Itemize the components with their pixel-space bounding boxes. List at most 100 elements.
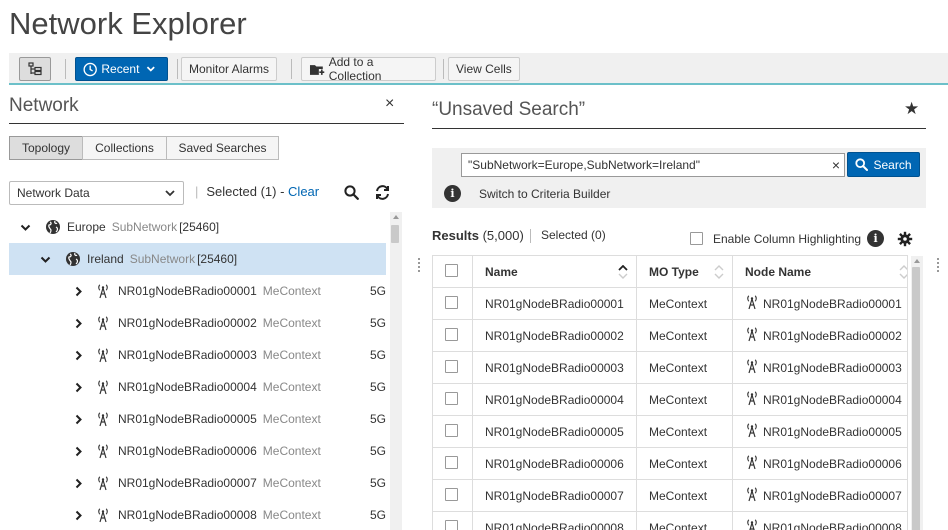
- view-cells-button[interactable]: View Cells: [448, 57, 520, 81]
- results-scrollbar[interactable]: [911, 256, 923, 530]
- tree-node[interactable]: NR01gNodeBRadio00007 MeContext 5G: [9, 467, 386, 499]
- globe-icon: [45, 219, 61, 235]
- table-row[interactable]: NR01gNodeBRadio00004 MeContext NR01gNodeB…: [432, 383, 908, 416]
- cell-mo-type: MeContext: [636, 351, 733, 384]
- network-data-select[interactable]: Network Data: [9, 181, 184, 205]
- row-checkbox[interactable]: [445, 295, 458, 309]
- radio-tower-icon: [745, 454, 763, 473]
- recent-dropdown-button[interactable]: Recent: [75, 57, 168, 81]
- table-row[interactable]: NR01gNodeBRadio00007 MeContext NR01gNodeB…: [432, 479, 908, 512]
- radio-tower-icon: [96, 283, 112, 299]
- add-to-collection-button[interactable]: Add to a Collection: [301, 55, 436, 83]
- chevron-down-icon[interactable]: [39, 253, 51, 265]
- cell-name: NR01gNodeBRadio00008: [472, 511, 637, 530]
- tree-node[interactable]: Ireland SubNetwork [25460]: [9, 243, 386, 275]
- row-checkbox[interactable]: [445, 487, 458, 501]
- results-scrollbar-thumb[interactable]: [912, 267, 920, 530]
- close-icon[interactable]: ×: [385, 95, 394, 113]
- tree-node-label: NR01gNodeBRadio00004 MeContext: [118, 380, 321, 394]
- cell-node-name[interactable]: NR01gNodeBRadio00005: [732, 415, 908, 448]
- radio-tower-icon: [745, 518, 763, 530]
- row-checkbox[interactable]: [445, 423, 458, 437]
- table-row[interactable]: NR01gNodeBRadio00005 MeContext NR01gNodeB…: [432, 415, 908, 448]
- info-icon: i: [867, 230, 885, 247]
- tab-collections[interactable]: Collections: [82, 136, 167, 160]
- row-checkbox[interactable]: [445, 519, 458, 530]
- search-panel-title: “Unsaved Search”: [432, 99, 586, 120]
- table-row[interactable]: NR01gNodeBRadio00006 MeContext NR01gNodeB…: [432, 447, 908, 480]
- tree-scrollbar[interactable]: [390, 212, 402, 530]
- favorite-star-icon[interactable]: ★: [904, 99, 919, 119]
- switch-criteria-builder-link[interactable]: Switch to Criteria Builder: [479, 187, 610, 201]
- chevron-right-icon[interactable]: [72, 349, 84, 361]
- panel-resize-handle[interactable]: [418, 258, 424, 272]
- cell-node-name[interactable]: NR01gNodeBRadio00001: [732, 287, 908, 320]
- sort-ascending-icon[interactable]: [618, 265, 628, 279]
- tree-view-toggle-button[interactable]: [19, 57, 51, 81]
- scroll-up-icon[interactable]: [913, 258, 921, 264]
- cell-node-name[interactable]: NR01gNodeBRadio00002: [732, 319, 908, 352]
- chevron-right-icon[interactable]: [72, 509, 84, 521]
- tree-node-label: Ireland SubNetwork [25460]: [87, 252, 238, 266]
- clear-query-icon[interactable]: ×: [832, 157, 840, 173]
- tree-node[interactable]: NR01gNodeBRadio00006 MeContext 5G: [9, 435, 386, 467]
- tree-scrollbar-thumb[interactable]: [391, 225, 399, 243]
- cell-node-name[interactable]: NR01gNodeBRadio00004: [732, 383, 908, 416]
- table-row[interactable]: NR01gNodeBRadio00002 MeContext NR01gNodeB…: [432, 319, 908, 352]
- chevron-right-icon[interactable]: [72, 445, 84, 457]
- gear-icon[interactable]: [897, 231, 913, 247]
- cell-node-name[interactable]: NR01gNodeBRadio00008: [732, 511, 908, 530]
- row-checkbox[interactable]: [445, 359, 458, 373]
- row-select-cell: [432, 287, 473, 320]
- tree-node[interactable]: NR01gNodeBRadio00003 MeContext 5G: [9, 339, 386, 371]
- row-checkbox[interactable]: [445, 391, 458, 405]
- tree-node[interactable]: NR01gNodeBRadio00005 MeContext 5G: [9, 403, 386, 435]
- cell-name: NR01gNodeBRadio00006: [472, 447, 637, 480]
- info-icon: i: [444, 185, 461, 202]
- chevron-right-icon[interactable]: [72, 477, 84, 489]
- table-row[interactable]: NR01gNodeBRadio00003 MeContext NR01gNodeB…: [432, 351, 908, 384]
- table-row[interactable]: NR01gNodeBRadio00001 MeContext NR01gNodeB…: [432, 287, 908, 320]
- tree-node-label: NR01gNodeBRadio00003 MeContext: [118, 348, 321, 362]
- monitor-alarms-button[interactable]: Monitor Alarms: [181, 57, 278, 81]
- sort-icon[interactable]: [714, 265, 724, 279]
- tree-node[interactable]: NR01gNodeBRadio00001 MeContext 5G: [9, 275, 386, 307]
- radio-tower-icon: [745, 326, 763, 345]
- column-header-name[interactable]: Name: [472, 255, 637, 288]
- page-title: Network Explorer: [9, 6, 247, 41]
- chevron-right-icon[interactable]: [72, 381, 84, 393]
- cell-node-name[interactable]: NR01gNodeBRadio00006: [732, 447, 908, 480]
- chevron-right-icon[interactable]: [72, 317, 84, 329]
- tree-node[interactable]: NR01gNodeBRadio00004 MeContext 5G: [9, 371, 386, 403]
- chevron-right-icon[interactable]: [72, 413, 84, 425]
- column-highlighting-checkbox[interactable]: [690, 232, 703, 245]
- sort-icon[interactable]: [899, 265, 908, 279]
- cell-node-name[interactable]: NR01gNodeBRadio00007: [732, 479, 908, 512]
- cell-node-name[interactable]: NR01gNodeBRadio00003: [732, 351, 908, 384]
- search-icon[interactable]: [344, 185, 359, 200]
- results-table: Name MO Type Node Name NR01gNodeBRadio00…: [432, 255, 908, 530]
- tab-topology[interactable]: Topology: [9, 136, 83, 160]
- tree-node-label: NR01gNodeBRadio00008 MeContext: [118, 508, 321, 522]
- column-header-mo-type[interactable]: MO Type: [636, 255, 733, 288]
- select-all-checkbox[interactable]: [445, 263, 458, 277]
- tree-node[interactable]: NR01gNodeBRadio00008 MeContext 5G: [9, 499, 386, 530]
- column-highlighting-toggle[interactable]: Enable Column Highlighting i: [690, 230, 913, 247]
- tree-node[interactable]: NR01gNodeBRadio00002 MeContext 5G: [9, 307, 386, 339]
- search-button[interactable]: Search: [847, 152, 920, 177]
- search-query-input[interactable]: "SubNetwork=Europe,SubNetwork=Ireland" ×: [461, 153, 845, 177]
- tree-node[interactable]: Europe SubNetwork [25460]: [9, 211, 386, 243]
- row-checkbox[interactable]: [445, 455, 458, 469]
- chevron-down-icon[interactable]: [19, 221, 31, 233]
- refresh-icon[interactable]: [374, 184, 391, 201]
- scroll-up-icon[interactable]: [392, 214, 400, 220]
- radio-tower-icon: [745, 390, 763, 409]
- radio-tower-icon: [96, 315, 112, 331]
- network-panel-title: Network: [9, 95, 79, 116]
- table-row[interactable]: NR01gNodeBRadio00008 MeContext NR01gNodeB…: [432, 511, 908, 530]
- row-checkbox[interactable]: [445, 327, 458, 341]
- column-header-node-name[interactable]: Node Name: [732, 255, 908, 288]
- chevron-right-icon[interactable]: [72, 285, 84, 297]
- tab-saved-searches[interactable]: Saved Searches: [166, 136, 279, 160]
- clear-selection-link[interactable]: Clear: [288, 184, 319, 199]
